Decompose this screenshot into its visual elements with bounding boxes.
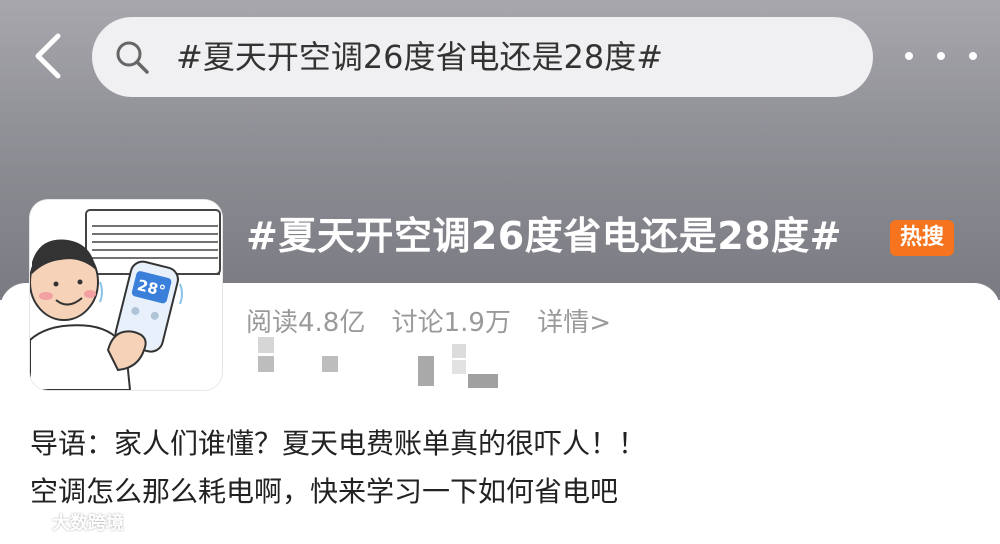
watermark-logo-icon [7,515,43,531]
topic-title: #夏天开空调26度省电还是28度# [246,214,842,258]
redacted-pixel [258,356,274,372]
hot-search-badge: 热搜 [890,220,954,256]
redacted-pixel [452,344,466,358]
topic-intro: 导语：家人们谁懂？夏天电费账单真的很吓人！！ 空调怎么那么耗电啊，快来学习一下如… [30,420,970,516]
more-button[interactable] [905,38,977,74]
topic-stats: 阅读4.8亿 讨论1.9万 详情> [246,303,629,343]
search-icon [116,41,149,74]
back-button[interactable] [24,30,70,82]
intro-line-2: 空调怎么那么耗电啊，快来学习一下如何省电吧 [30,475,619,508]
watermark: 大数跨境 [6,510,124,538]
search-bar[interactable]: #夏天开空调26度省电还是28度# [92,17,873,97]
more-dot [937,52,945,60]
more-horizontal-icon [905,52,913,60]
watermark-text: 大数跨境 [52,513,124,534]
search-query-text[interactable]: #夏天开空调26度省电还是28度# [176,17,663,97]
intro-line-1: 导语：家人们谁懂？夏天电费账单真的很吓人！！ [30,427,647,460]
read-count: 阅读4.8亿 [246,308,366,338]
topic-avatar: 28° [30,200,222,390]
redacted-pixel [452,360,466,374]
more-dot [969,52,977,60]
redacted-pixel [322,356,338,372]
details-link[interactable]: 详情> [537,308,611,338]
chevron-left-icon [35,33,61,79]
redacted-pixel [468,374,498,388]
redacted-pixel [418,356,434,386]
discussion-count: 讨论1.9万 [391,308,511,338]
air-conditioner-illustration: 28° [30,200,222,390]
redacted-pixel [258,337,274,353]
